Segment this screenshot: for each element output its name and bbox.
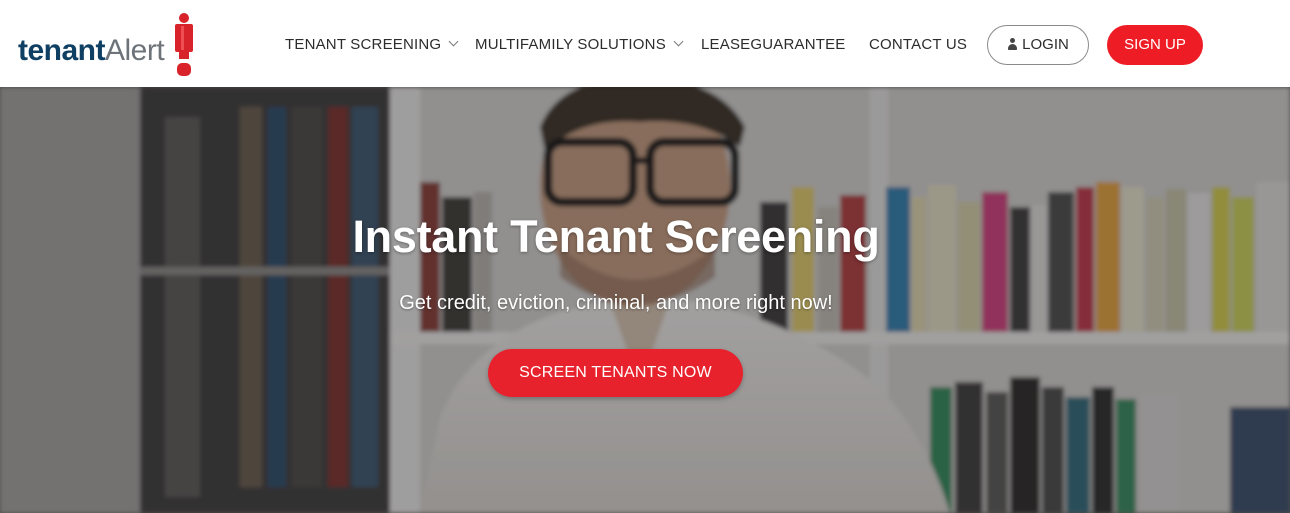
nav-tenant-screening-label: TENANT SCREENING [285,36,442,53]
login-button[interactable]: LOGIN [987,25,1089,65]
signup-button[interactable]: SIGN UP [1107,25,1203,65]
logo-wordmark: tenantAlert [18,34,165,67]
nav-leaseguarantee-label: LEASEGUARANTEE [701,36,846,53]
nav-leaseguarantee[interactable]: LEASEGUARANTEE [701,34,846,56]
hero-subtitle: Get credit, eviction, criminal, and more… [399,292,833,314]
nav-tenant-screening[interactable]: TENANT SCREENING [285,34,459,56]
signup-label: SIGN UP [1124,36,1186,53]
screen-tenants-now-button[interactable]: SCREEN TENANTS NOW [488,349,743,397]
nav-multifamily-solutions-label: MULTIFAMILY SOLUTIONS [475,36,666,53]
login-label: LOGIN [1022,36,1069,53]
nav-contact-us-label: CONTACT US [869,36,968,53]
hero-title: Instant Tenant Screening [352,211,880,262]
nav-multifamily-solutions[interactable]: MULTIFAMILY SOLUTIONS [475,34,684,56]
alert-figure-icon [175,13,193,76]
site-header: tenantAlert TENANT SCREENING MULTIFAMILY… [0,0,1290,87]
nav-contact-us[interactable]: CONTACT US [869,34,967,56]
chevron-down-icon [673,36,684,47]
user-icon [1007,38,1018,50]
hero-section: Instant Tenant Screening Get credit, evi… [0,87,1290,513]
tenantalert-logo[interactable]: tenantAlert [18,12,198,78]
chevron-down-icon [448,36,459,47]
screen-tenants-now-label: SCREEN TENANTS NOW [519,364,712,381]
